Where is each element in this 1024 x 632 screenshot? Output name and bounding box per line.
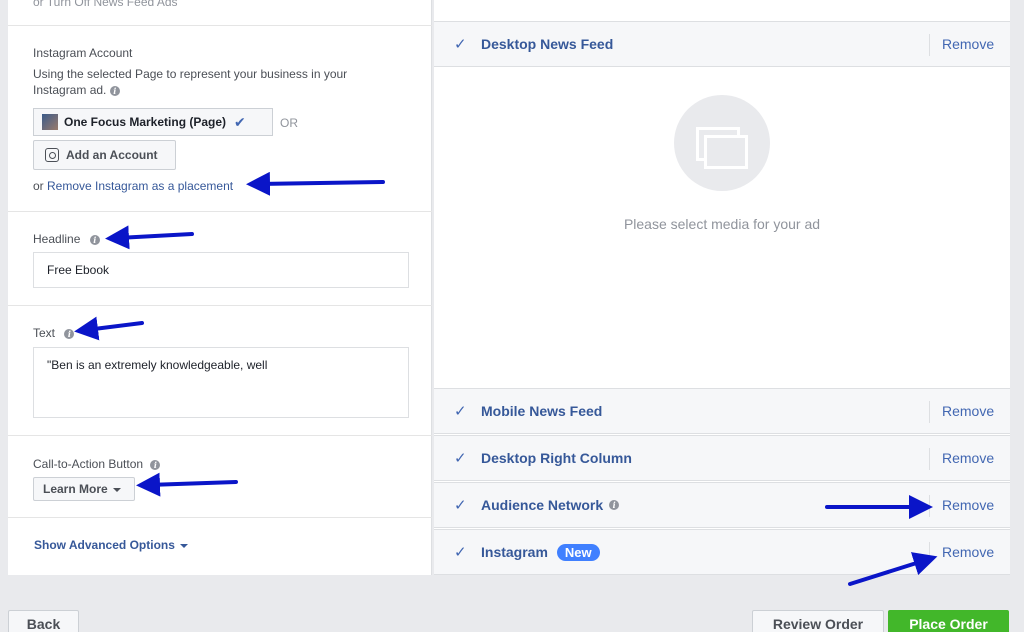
remove-instagram-link[interactable]: Remove Instagram as a placement bbox=[47, 179, 233, 193]
text-label: Text bbox=[33, 326, 56, 340]
placement-row-instagram: ✓ Instagram New Remove bbox=[434, 529, 1010, 575]
check-icon: ✓ bbox=[454, 450, 467, 467]
instagram-description-text: Using the selected Page to represent you… bbox=[33, 67, 348, 97]
preview-message: Please select media for your ad bbox=[623, 216, 821, 232]
place-order-button[interactable]: Place Order bbox=[888, 610, 1009, 632]
check-icon: ✓ bbox=[454, 403, 467, 420]
placement-name: Audience Network bbox=[481, 497, 604, 513]
show-advanced-options-link[interactable]: Show Advanced Options bbox=[34, 538, 188, 552]
placements-panel: ✓ Desktop News Feed Remove Please select… bbox=[434, 0, 1010, 575]
info-icon[interactable]: i bbox=[109, 85, 120, 96]
placement-name[interactable]: Desktop News Feed bbox=[481, 36, 613, 52]
placement-row-desktop-news-feed: ✓ Desktop News Feed Remove bbox=[434, 21, 1010, 67]
remove-button[interactable]: Remove bbox=[942, 450, 994, 466]
page-avatar bbox=[42, 114, 58, 130]
frame-front bbox=[704, 135, 748, 169]
new-badge: New bbox=[556, 543, 600, 561]
add-account-label: Add an Account bbox=[66, 148, 158, 162]
placement-row-mobile-news-feed: ✓ Mobile News Feed Remove bbox=[434, 388, 1010, 434]
news-feed-section: or Turn Off News Feed Ads bbox=[8, 0, 432, 26]
info-icon[interactable]: i bbox=[89, 234, 100, 245]
back-button[interactable]: Back bbox=[8, 610, 79, 632]
divider bbox=[929, 495, 930, 517]
remove-button[interactable]: Remove bbox=[942, 544, 994, 560]
divider bbox=[929, 34, 930, 56]
instagram-account-section: Instagram Account Using the selected Pag… bbox=[8, 26, 432, 212]
instagram-account-description: Using the selected Page to represent you… bbox=[33, 66, 378, 98]
placement-row-desktop-right-column: ✓ Desktop Right Column Remove bbox=[434, 435, 1010, 481]
page-name: One Focus Marketing (Page) bbox=[64, 115, 227, 129]
divider bbox=[929, 401, 930, 423]
placement-name[interactable]: Mobile News Feed bbox=[481, 403, 602, 419]
cta-label-wrap: Call-to-Action Button i bbox=[33, 457, 161, 471]
placement-name[interactable]: Desktop Right Column bbox=[481, 450, 632, 466]
media-placeholder-icon bbox=[674, 95, 770, 191]
placement-name-wrap[interactable]: Instagram New bbox=[481, 543, 600, 561]
cta-dropdown[interactable]: Learn More bbox=[33, 477, 135, 501]
ad-creative-panel: or Turn Off News Feed Ads Instagram Acco… bbox=[8, 0, 432, 575]
check-icon: ✓ bbox=[454, 497, 467, 514]
add-account-button[interactable]: Add an Account bbox=[33, 140, 176, 170]
ad-preview-area: Please select media for your ad bbox=[434, 68, 1010, 388]
cta-section: Call-to-Action Button i Learn More bbox=[8, 436, 432, 518]
instagram-account-label: Instagram Account bbox=[33, 46, 133, 60]
remove-prefix: or bbox=[33, 179, 48, 193]
remove-button[interactable]: Remove bbox=[942, 36, 994, 52]
remove-button[interactable]: Remove bbox=[942, 497, 994, 513]
placement-row-audience-network: ✓ Audience Network i Remove bbox=[434, 482, 1010, 528]
cta-label: Call-to-Action Button bbox=[33, 457, 144, 471]
remove-button[interactable]: Remove bbox=[942, 403, 994, 419]
headline-label: Headline bbox=[33, 232, 81, 246]
remove-instagram-line: or Remove Instagram as a placement bbox=[33, 178, 233, 194]
info-icon[interactable]: i bbox=[64, 328, 75, 339]
chevron-down-icon bbox=[112, 488, 121, 492]
selected-page-box[interactable]: One Focus Marketing (Page) ✔ bbox=[33, 108, 273, 136]
chevron-down-icon bbox=[179, 544, 188, 548]
headline-label-wrap: Headline i bbox=[33, 232, 100, 246]
advanced-label: Show Advanced Options bbox=[34, 538, 175, 552]
placement-name: Instagram bbox=[481, 544, 548, 560]
divider bbox=[929, 448, 930, 470]
cta-value: Learn More bbox=[43, 482, 108, 496]
info-icon[interactable]: i bbox=[609, 500, 620, 510]
info-icon[interactable]: i bbox=[150, 459, 161, 470]
headline-section: Headline i Free Ebook bbox=[8, 212, 432, 306]
divider bbox=[929, 542, 930, 564]
text-label-wrap: Text i bbox=[33, 326, 75, 340]
headline-input[interactable]: Free Ebook bbox=[33, 252, 409, 288]
text-section: Text i "Ben is an extremely knowledgeabl… bbox=[8, 306, 432, 436]
check-icon: ✔ bbox=[234, 113, 246, 130]
text-textarea[interactable]: "Ben is an extremely knowledgeable, well bbox=[33, 347, 409, 418]
instagram-icon bbox=[45, 148, 59, 162]
or-separator: OR bbox=[280, 116, 298, 130]
placement-name-wrap[interactable]: Audience Network i bbox=[481, 497, 620, 513]
check-icon: ✓ bbox=[454, 36, 467, 53]
check-icon: ✓ bbox=[454, 544, 467, 561]
turn-off-news-feed-link[interactable]: or Turn Off News Feed Ads bbox=[33, 0, 178, 10]
review-order-button[interactable]: Review Order bbox=[752, 610, 884, 632]
